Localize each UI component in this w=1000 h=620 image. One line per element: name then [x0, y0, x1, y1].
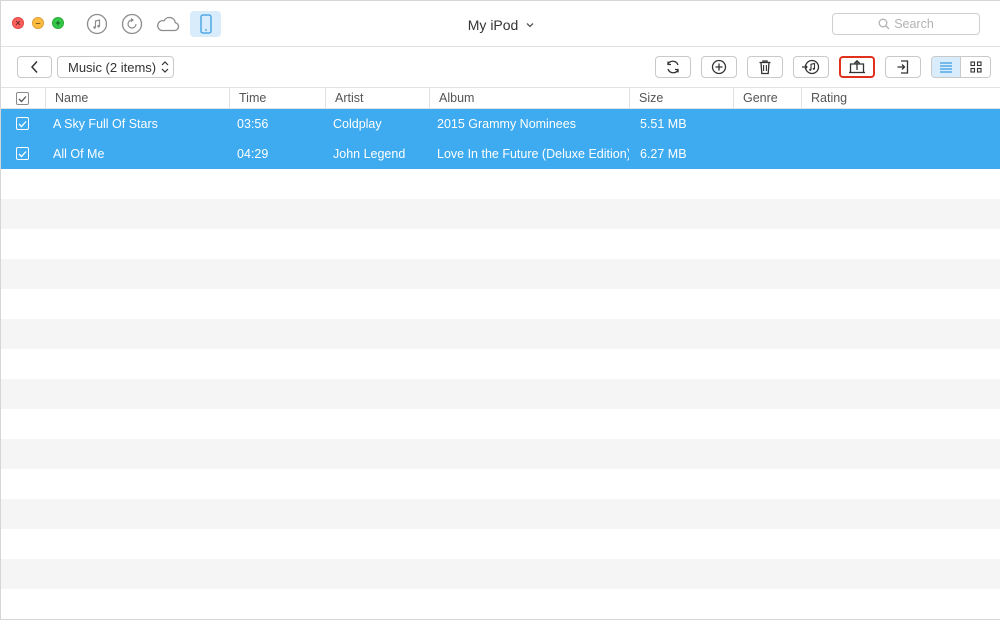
- grid-view-button[interactable]: [961, 57, 990, 77]
- chevron-down-icon: [526, 15, 534, 31]
- updown-arrows-icon: [161, 60, 169, 77]
- empty-row: [1, 199, 1000, 229]
- empty-row: [1, 259, 1000, 289]
- column-header-size[interactable]: Size: [630, 88, 734, 109]
- export-to-computer-icon: [849, 60, 865, 74]
- column-header-genre[interactable]: Genre: [734, 88, 802, 109]
- refresh-button[interactable]: [655, 56, 691, 78]
- select-all-column: [1, 88, 46, 109]
- category-label: Music (2 items): [68, 59, 157, 75]
- checkmark-icon: [18, 150, 27, 157]
- empty-row: [1, 499, 1000, 529]
- checkmark-icon: [18, 120, 27, 127]
- list-view-icon: [940, 62, 952, 73]
- import-icon: [897, 60, 909, 74]
- chevron-left-icon: [30, 60, 38, 74]
- song-time: 03:56: [237, 117, 269, 131]
- send-to-itunes-button[interactable]: [793, 56, 829, 78]
- title-bar: × – + My iPod Search: [1, 1, 1000, 47]
- search-placeholder: Search: [894, 17, 934, 31]
- song-album: 2015 Grammy Nominees: [437, 117, 576, 131]
- select-all-checkbox[interactable]: [16, 92, 29, 105]
- song-name: A Sky Full Of Stars: [53, 117, 158, 131]
- empty-row: [1, 589, 1000, 619]
- empty-row: [1, 379, 1000, 409]
- column-header-album[interactable]: Album: [430, 88, 630, 109]
- empty-row: [1, 439, 1000, 469]
- empty-row: [1, 529, 1000, 559]
- search-icon: [878, 18, 890, 30]
- grid-view-icon: [969, 61, 982, 73]
- song-artist: John Legend: [333, 147, 406, 161]
- search-field[interactable]: Search: [832, 13, 980, 35]
- column-header-rating[interactable]: Rating: [802, 88, 1000, 109]
- song-name: All Of Me: [53, 147, 105, 161]
- empty-row: [1, 289, 1000, 319]
- empty-row: [1, 409, 1000, 439]
- refresh-icon: [667, 60, 679, 74]
- table-header: Name Time Artist Album Size Genre Rating: [1, 87, 1000, 109]
- table-row[interactable]: A Sky Full Of Stars 03:56 Coldplay 2015 …: [1, 109, 1000, 139]
- song-album: Love In the Future (Deluxe Edition): [437, 147, 629, 161]
- app-window: × – + My iPod Search Music (2 items) Nam…: [0, 0, 1000, 620]
- song-size: 6.27 MB: [640, 147, 687, 161]
- song-time: 04:29: [237, 147, 269, 161]
- add-icon: [711, 59, 727, 75]
- to-itunes-icon: [802, 59, 820, 75]
- checkmark-icon: [18, 95, 27, 102]
- empty-row: [1, 319, 1000, 349]
- empty-row: [1, 229, 1000, 259]
- column-header-artist[interactable]: Artist: [326, 88, 430, 109]
- add-button[interactable]: [701, 56, 737, 78]
- song-artist: Coldplay: [333, 117, 382, 131]
- import-button[interactable]: [885, 56, 921, 78]
- back-button[interactable]: [17, 56, 52, 78]
- toolbar: Music (2 items): [1, 47, 1000, 87]
- column-header-time[interactable]: Time: [230, 88, 326, 109]
- empty-row: [1, 169, 1000, 199]
- delete-icon: [759, 60, 771, 75]
- delete-button[interactable]: [747, 56, 783, 78]
- empty-row: [1, 559, 1000, 589]
- column-header-name[interactable]: Name: [46, 88, 230, 109]
- category-select[interactable]: Music (2 items): [57, 56, 174, 78]
- music-table: Name Time Artist Album Size Genre Rating…: [1, 87, 1000, 619]
- device-title: My iPod: [467, 17, 519, 33]
- view-mode-switch: [931, 56, 991, 78]
- row-checkbox[interactable]: [16, 117, 29, 130]
- row-checkbox[interactable]: [16, 147, 29, 160]
- table-row[interactable]: All Of Me 04:29 John Legend Love In the …: [1, 139, 1000, 169]
- empty-row: [1, 349, 1000, 379]
- list-view-button[interactable]: [932, 57, 962, 77]
- export-to-computer-button[interactable]: [839, 56, 875, 78]
- song-size: 5.51 MB: [640, 117, 687, 131]
- empty-row: [1, 469, 1000, 499]
